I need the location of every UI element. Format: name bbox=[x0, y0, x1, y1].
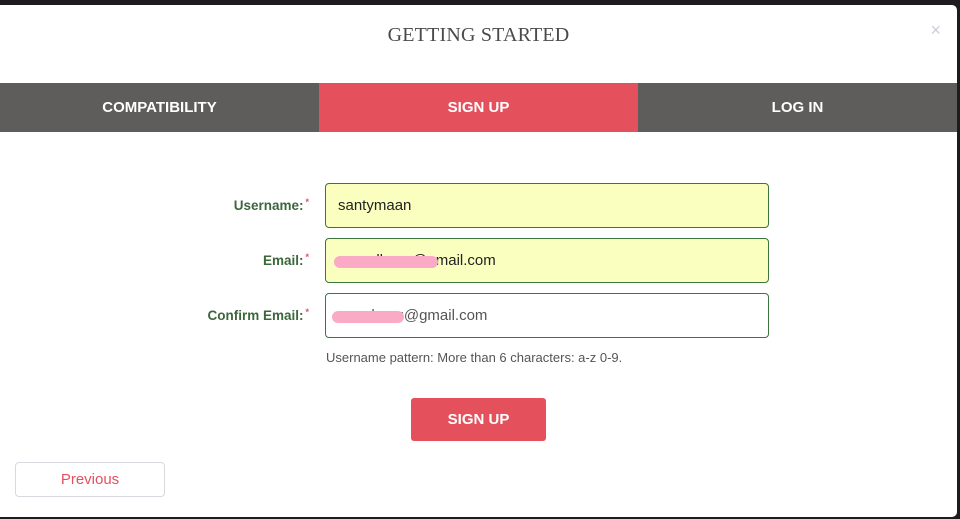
required-marker: * bbox=[305, 196, 309, 207]
username-row: Username: * bbox=[0, 183, 957, 228]
sign-up-button[interactable]: SIGN UP bbox=[411, 398, 546, 441]
confirm-email-row: Confirm Email: * bbox=[0, 293, 957, 338]
email-input[interactable] bbox=[325, 238, 769, 283]
tab-log-in[interactable]: LOG IN bbox=[638, 83, 957, 132]
required-marker: * bbox=[305, 251, 309, 262]
close-icon[interactable]: × bbox=[930, 21, 941, 39]
email-row: Email: * bbox=[0, 238, 957, 283]
modal-title: GETTING STARTED bbox=[387, 24, 570, 46]
username-pattern-hint: Username pattern: More than 6 characters… bbox=[326, 350, 623, 365]
username-input[interactable] bbox=[325, 183, 769, 228]
confirm-email-label-text: Confirm Email: bbox=[207, 308, 304, 323]
email-label-text: Email: bbox=[262, 253, 304, 268]
confirm-email-label: Confirm Email: * bbox=[207, 293, 309, 338]
username-label-text: Username: bbox=[233, 198, 304, 213]
required-marker: * bbox=[305, 306, 309, 317]
tab-compatibility[interactable]: COMPATIBILITY bbox=[0, 83, 319, 132]
tab-bar: COMPATIBILITY SIGN UP LOG IN bbox=[0, 83, 957, 132]
username-label: Username: * bbox=[234, 183, 309, 228]
getting-started-modal: GETTING STARTED × COMPATIBILITY SIGN UP … bbox=[0, 5, 957, 517]
previous-button[interactable]: Previous bbox=[15, 462, 165, 497]
email-label: Email: * bbox=[263, 238, 309, 283]
tab-sign-up[interactable]: SIGN UP bbox=[319, 83, 638, 132]
confirm-email-input[interactable] bbox=[325, 293, 769, 338]
